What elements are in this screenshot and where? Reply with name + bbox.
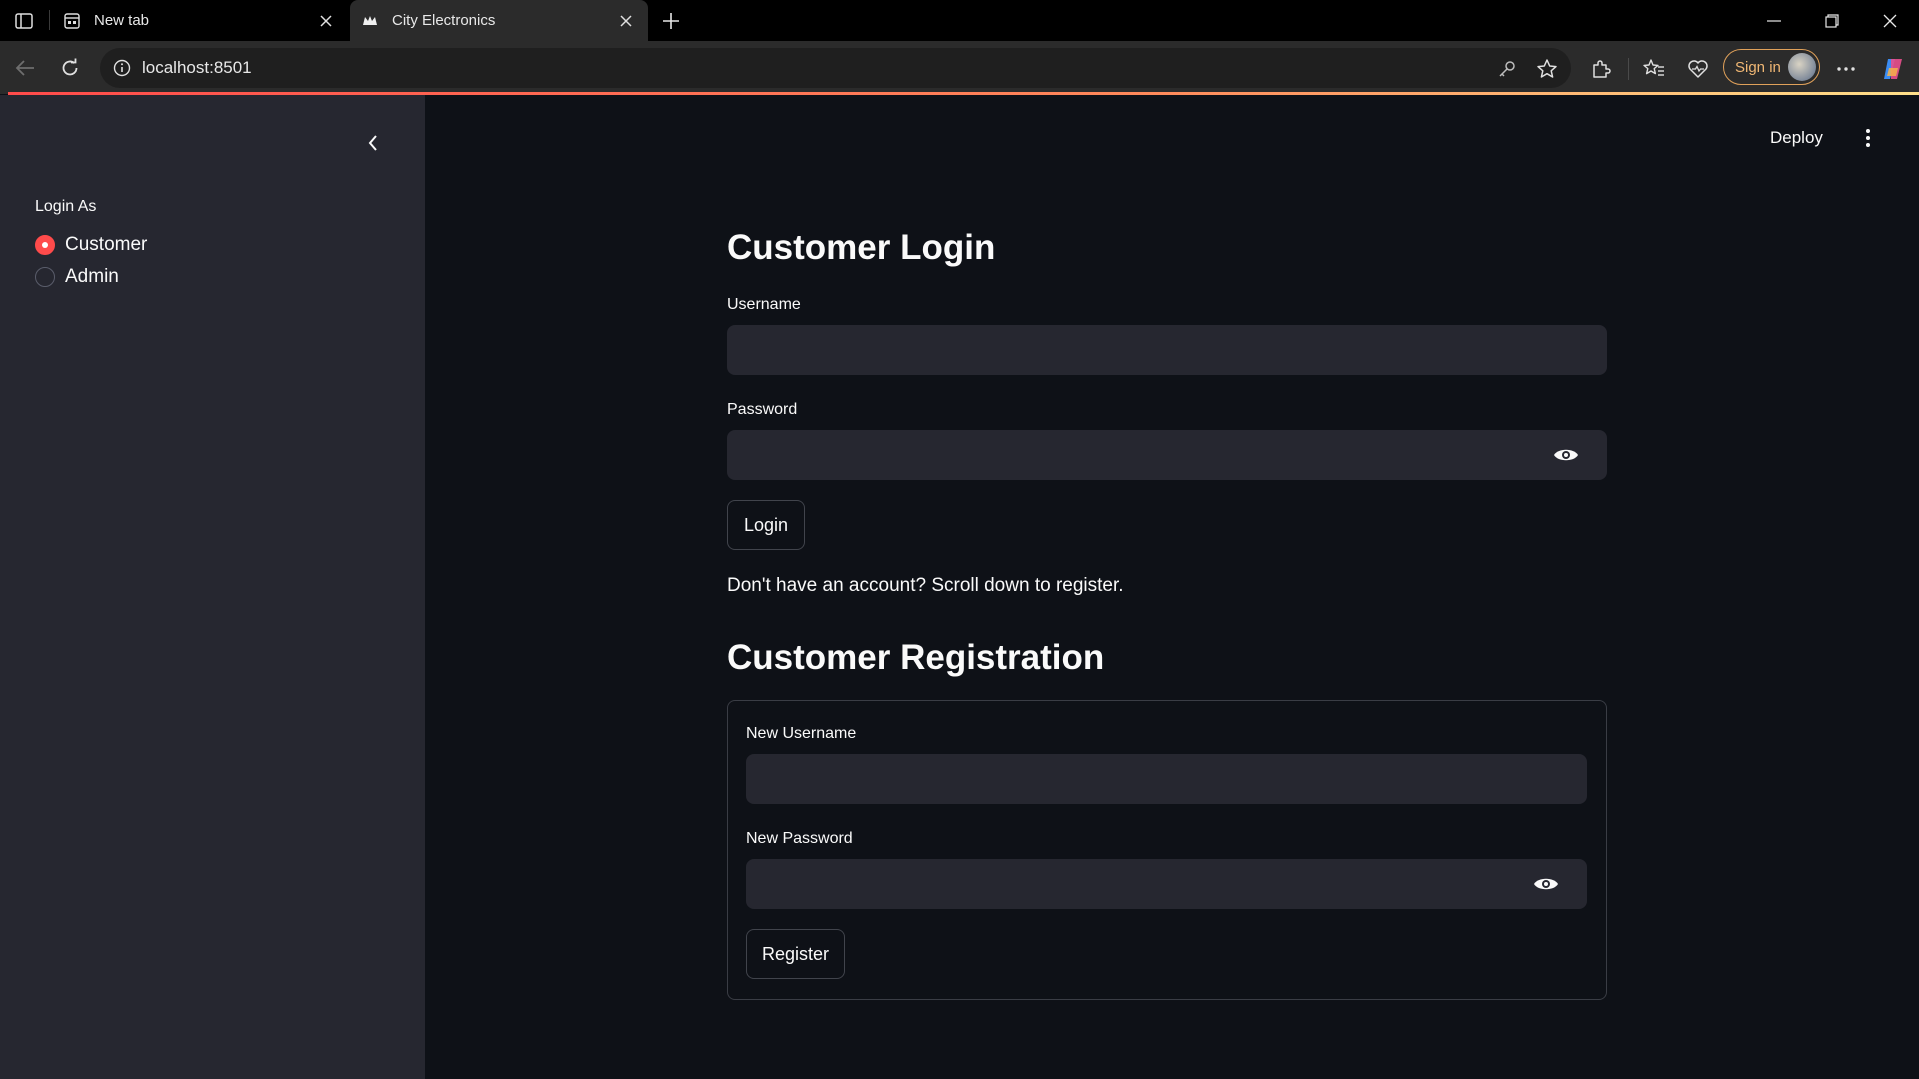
new-username-label: New Username <box>746 725 857 742</box>
register-button[interactable]: Register <box>746 929 845 979</box>
close-window-icon[interactable] <box>1861 0 1919 41</box>
customer-registration-title: Customer Registration <box>727 638 1105 677</box>
tab-actions-sidebar-icon[interactable] <box>10 8 38 34</box>
copilot-icon[interactable] <box>1878 54 1908 84</box>
restore-window-icon[interactable] <box>1803 0 1861 41</box>
new-tab-plus-icon[interactable] <box>656 6 686 36</box>
show-new-password-eye-icon[interactable] <box>1532 870 1560 898</box>
radio-checked-icon[interactable] <box>35 235 55 255</box>
deploy-button[interactable]: Deploy <box>1770 128 1823 148</box>
extensions-puzzle-icon[interactable] <box>1586 54 1616 84</box>
back-arrow-icon[interactable] <box>8 51 42 85</box>
new-tab-page-icon <box>62 11 82 31</box>
password-label: Password <box>727 401 798 418</box>
login-as-label: Login As <box>35 198 97 215</box>
toolbar-divider <box>1628 58 1629 80</box>
register-hint-text: Don't have an account? Scroll down to re… <box>727 575 1124 596</box>
browser-tab-city-electronics[interactable]: City Electronics <box>350 0 648 41</box>
show-password-eye-icon[interactable] <box>1552 441 1580 469</box>
app-sidebar: Login As Customer Admin <box>0 95 425 1079</box>
browser-tab-new-tab[interactable]: New tab <box>52 0 348 41</box>
radio-option-admin[interactable]: Admin <box>35 264 119 290</box>
collapse-sidebar-chevron-icon[interactable] <box>359 129 387 157</box>
streamlit-crown-icon <box>360 11 380 31</box>
radio-unchecked-icon[interactable] <box>35 267 55 287</box>
radio-option-customer[interactable]: Customer <box>35 232 147 258</box>
close-tab-icon[interactable] <box>614 9 638 33</box>
radio-option-label: Customer <box>65 234 148 255</box>
login-button[interactable]: Login <box>727 500 805 550</box>
more-options-ellipsis-icon[interactable] <box>1831 54 1861 84</box>
tab-title: New tab <box>94 12 150 29</box>
username-input[interactable] <box>727 325 1607 375</box>
tab-separator <box>49 10 50 30</box>
profile-avatar <box>1788 53 1816 81</box>
favorites-list-icon[interactable] <box>1639 54 1669 84</box>
password-key-icon[interactable] <box>1494 56 1520 82</box>
radio-option-label: Admin <box>65 266 119 287</box>
browser-essentials-heart-icon[interactable] <box>1683 54 1713 84</box>
close-tab-icon[interactable] <box>314 9 338 33</box>
new-password-label: New Password <box>746 830 853 847</box>
new-password-input[interactable] <box>746 859 1587 909</box>
site-info-icon[interactable] <box>112 58 132 78</box>
registration-form <box>727 700 1607 1000</box>
address-bar[interactable]: localhost:8501 <box>100 48 1571 88</box>
customer-login-title: Customer Login <box>727 228 996 267</box>
username-label: Username <box>727 296 801 313</box>
favorite-star-icon[interactable] <box>1534 56 1560 82</box>
url-text: localhost:8501 <box>142 58 252 77</box>
tab-title: City Electronics <box>392 12 496 29</box>
reload-icon[interactable] <box>53 51 87 85</box>
new-username-input[interactable] <box>746 754 1587 804</box>
minimize-window-icon[interactable] <box>1745 0 1803 41</box>
password-input[interactable] <box>727 430 1607 480</box>
sign-in-button[interactable]: Sign in <box>1723 49 1820 85</box>
browser-tab-strip: New tab City Electronics <box>0 0 1919 41</box>
main-menu-kebab-icon[interactable] <box>1856 124 1880 152</box>
sign-in-label: Sign in <box>1735 58 1781 76</box>
